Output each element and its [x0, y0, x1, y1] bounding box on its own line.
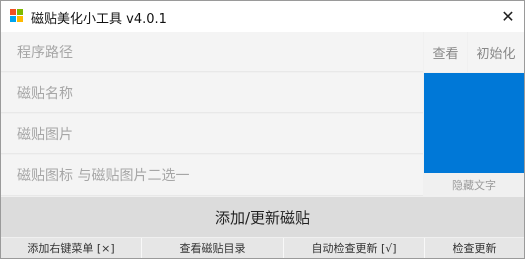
check-update-button[interactable]: 检查更新	[425, 238, 524, 258]
title-bar: 磁贴美化小工具 v4.0.1 ✕	[1, 1, 524, 32]
add-context-menu-button[interactable]: 添加右键菜单 [×]	[1, 238, 142, 258]
tile-name-placeholder: 磁贴名称	[17, 85, 73, 102]
init-button[interactable]: 初始化	[468, 32, 524, 72]
close-button[interactable]: ✕	[492, 1, 524, 32]
tile-icon-input[interactable]: 磁贴图标 与磁贴图片二选一	[1, 155, 423, 196]
tile-name-input[interactable]: 磁贴名称	[1, 73, 423, 113]
view-button[interactable]: 查看	[424, 32, 467, 72]
tile-icon-placeholder: 磁贴图标 与磁贴图片二选一	[17, 168, 190, 184]
close-icon: ✕	[501, 7, 515, 26]
tile-image-input[interactable]: 磁贴图片	[1, 114, 423, 154]
program-path-input[interactable]: 程序路径	[1, 32, 423, 72]
window-title: 磁贴美化小工具 v4.0.1	[31, 12, 167, 27]
windows-logo-icon	[10, 9, 24, 23]
tile-color-preview[interactable]	[424, 73, 524, 173]
main-content: 程序路径 查看 初始化 磁贴名称 磁贴图片 磁贴图标 与磁贴图片二选一 隐藏文字…	[1, 32, 524, 258]
bottom-toolbar: 添加右键菜单 [×] 查看磁贴目录 自动检查更新 [√] 检查更新	[1, 238, 524, 258]
tile-image-placeholder: 磁贴图片	[17, 126, 73, 143]
app-window: 磁贴美化小工具 v4.0.1 ✕ 程序路径 查看 初始化 磁贴名称 磁贴图片 磁…	[0, 0, 525, 259]
view-tile-directory-button[interactable]: 查看磁贴目录	[142, 238, 284, 258]
auto-check-update-toggle[interactable]: 自动检查更新 [√]	[284, 238, 425, 258]
add-update-tile-button[interactable]: 添加/更新磁贴	[1, 197, 524, 237]
program-path-placeholder: 程序路径	[17, 44, 73, 61]
hide-text-toggle[interactable]: 隐藏文字	[424, 173, 524, 196]
